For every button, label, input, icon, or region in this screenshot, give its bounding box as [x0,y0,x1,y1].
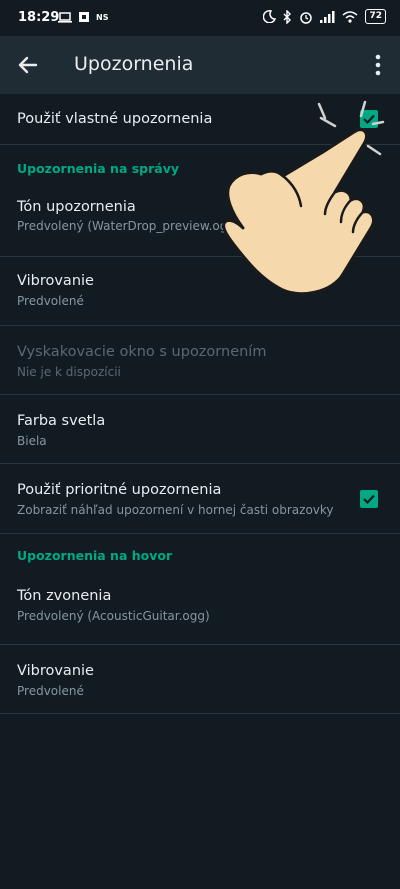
more-vert-icon [375,54,381,76]
bluetooth-icon [283,9,292,24]
popup-notification-label: Vyskakovacie okno s upozornením [17,344,267,360]
priority-notifications-value: Zobraziť náhľad upozornení v hornej čast… [17,503,334,517]
section-header-calls: Upozornenia na hovor [17,548,173,563]
light-color-row[interactable]: Farba svetla Biela [0,395,400,464]
settings-list: Použiť vlastné upozornenia Upozornenia n… [0,94,400,714]
call-vibrate-value: Predvolené [17,684,84,698]
wifi-icon [342,10,358,23]
alarm-icon [300,11,313,24]
check-icon [363,114,375,125]
message-tone-value: Predvolený (WaterDrop_preview.ogg) [17,219,240,233]
popup-notification-row: Vyskakovacie okno s upozornením Nie je k… [0,326,400,395]
ringtone-label: Tón zvonenia [17,588,112,604]
call-notifications-section: Upozornenia na hovor [0,534,400,576]
status-left-icons: NS [58,11,108,23]
sim-icon [79,12,89,22]
light-color-value: Biela [17,434,47,448]
ringtone-row[interactable]: Tón zvonenia Predvolený (AcousticGuitar.… [0,576,400,645]
page-title: Upozornenia [74,53,194,75]
call-vibrate-label: Vibrovanie [17,663,94,679]
message-vibrate-label: Vibrovanie [17,273,94,289]
popup-notification-value: Nie je k dispozícii [17,365,121,379]
status-time: 18:29 [18,10,60,25]
message-vibrate-value: Predvolené [17,294,84,308]
custom-notifications-row[interactable]: Použiť vlastné upozornenia [0,94,400,145]
message-notifications-section: Upozornenia na správy [0,145,400,189]
status-bar: 18:29 NS 72 [0,0,400,36]
arrow-left-icon [18,56,38,74]
app-bar: Upozornenia [0,36,400,94]
call-vibrate-row[interactable]: Vibrovanie Predvolené [0,645,400,714]
priority-notifications-label: Použiť prioritné upozornenia [17,482,222,498]
custom-notifications-label: Použiť vlastné upozornenia [17,111,213,127]
signal-icon [320,10,335,23]
priority-notifications-checkbox[interactable] [360,490,378,508]
carrier-tag: NS [96,12,109,22]
laptop-icon [58,11,72,23]
message-vibrate-row[interactable]: Vibrovanie Predvolené [0,257,400,326]
status-right-icons: 72 [263,9,386,24]
more-options-button[interactable] [368,52,388,78]
back-button[interactable] [14,51,42,79]
moon-icon [263,10,277,23]
section-header-messages: Upozornenia na správy [17,161,180,176]
message-tone-row[interactable]: Tón upozornenia Predvolený (WaterDrop_pr… [0,189,400,257]
priority-notifications-row[interactable]: Použiť prioritné upozornenia Zobraziť ná… [0,464,400,534]
custom-notifications-checkbox[interactable] [360,110,378,128]
ringtone-value: Predvolený (AcousticGuitar.ogg) [17,609,210,623]
check-icon [363,494,375,505]
light-color-label: Farba svetla [17,413,106,429]
message-tone-label: Tón upozornenia [17,199,136,215]
battery-indicator: 72 [365,9,386,24]
